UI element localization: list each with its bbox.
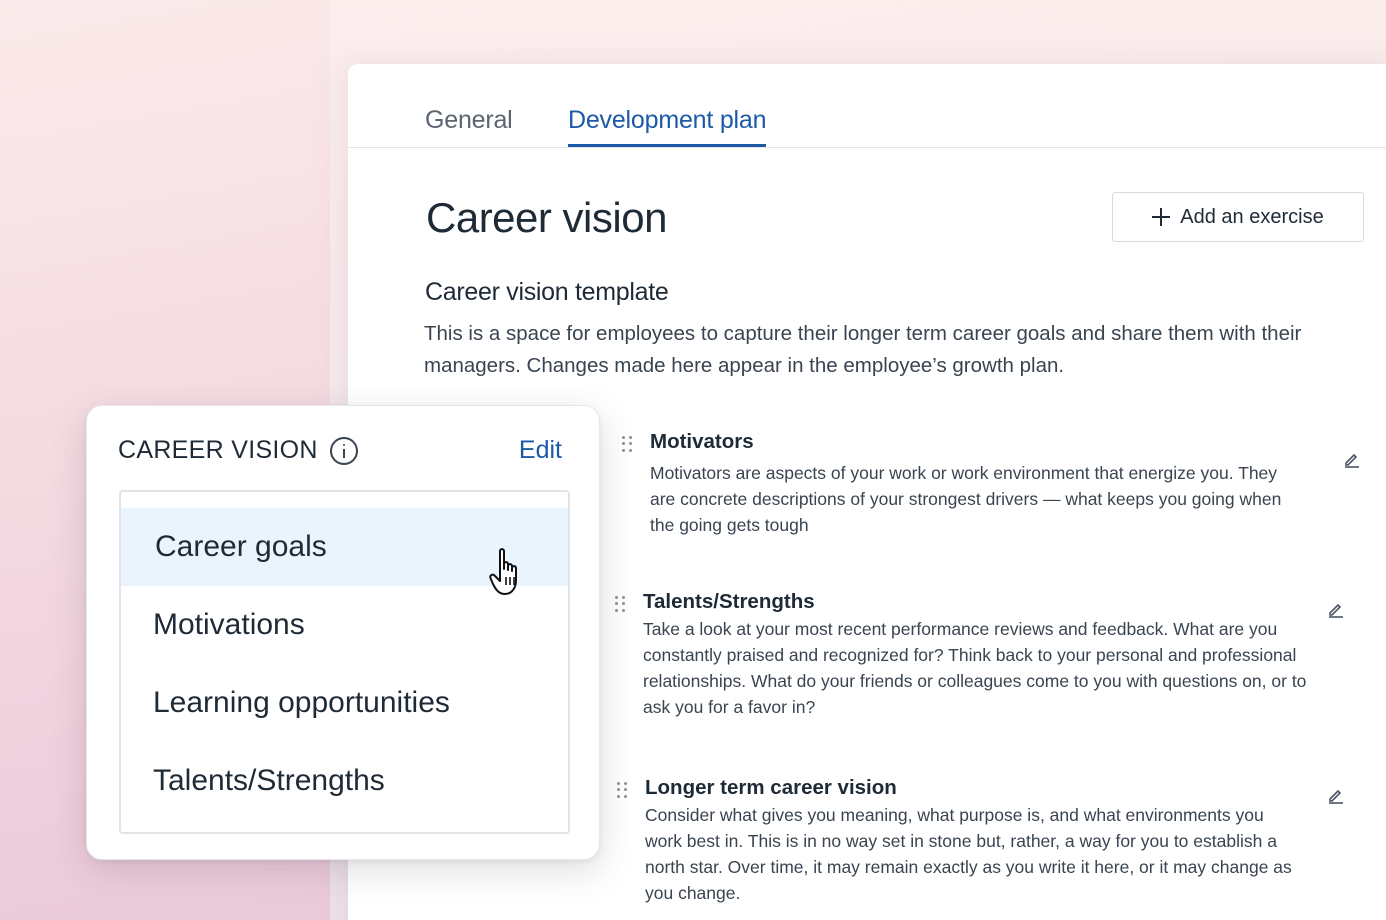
list-item-talents-strengths[interactable]: Talents/Strengths (121, 742, 568, 820)
exercise-description: Motivators are aspects of your work or w… (650, 463, 1282, 535)
exercise-item-longer-term: Longer term career vision Consider what … (617, 776, 1305, 906)
plus-icon (1152, 208, 1171, 226)
list-item-motivations[interactable]: Motivations (121, 586, 568, 664)
exercise-title: Motivators (650, 430, 754, 453)
section-description: This is a space for employees to capture… (424, 322, 1302, 377)
tab-development-plan[interactable]: Development plan (568, 106, 767, 147)
popup-title: CAREER VISION (118, 436, 318, 464)
hand-pointer-icon (489, 548, 517, 595)
exercise-item-motivators: Motivators Motivators are aspects of you… (622, 430, 1300, 538)
tab-general[interactable]: General (425, 106, 513, 145)
exercise-title: Longer term career vision (645, 776, 897, 799)
page-title: Career vision (426, 194, 667, 241)
exercise-description: Take a look at your most recent performa… (643, 619, 1307, 717)
list-item-learning-opportunities[interactable]: Learning opportunities (121, 664, 568, 742)
info-icon[interactable] (329, 436, 358, 465)
drag-handle-icon[interactable] (615, 596, 625, 612)
drag-handle-icon[interactable] (617, 782, 627, 798)
pencil-icon[interactable] (1343, 450, 1361, 468)
pencil-icon[interactable] (1327, 786, 1345, 804)
exercise-description: Consider what gives you meaning, what pu… (645, 805, 1292, 903)
pencil-icon[interactable] (1327, 600, 1345, 618)
popup-edit-link[interactable]: Edit (519, 436, 562, 465)
exercise-title: Talents/Strengths (643, 590, 815, 613)
popup-header: CAREER VISION (118, 436, 358, 465)
drag-handle-icon[interactable] (622, 436, 632, 452)
section-title: Career vision template (425, 278, 669, 306)
tab-bar: General Development plan (348, 64, 1386, 148)
add-exercise-label: Add an exercise (1180, 205, 1324, 228)
add-exercise-button[interactable]: Add an exercise (1112, 192, 1364, 242)
popup-list: Career goals Motivations Learning opport… (119, 490, 570, 834)
exercise-item-talents: Talents/Strengths Take a look at your mo… (615, 590, 1318, 720)
career-vision-popup: CAREER VISION Edit Career goals Motivati… (86, 405, 600, 860)
